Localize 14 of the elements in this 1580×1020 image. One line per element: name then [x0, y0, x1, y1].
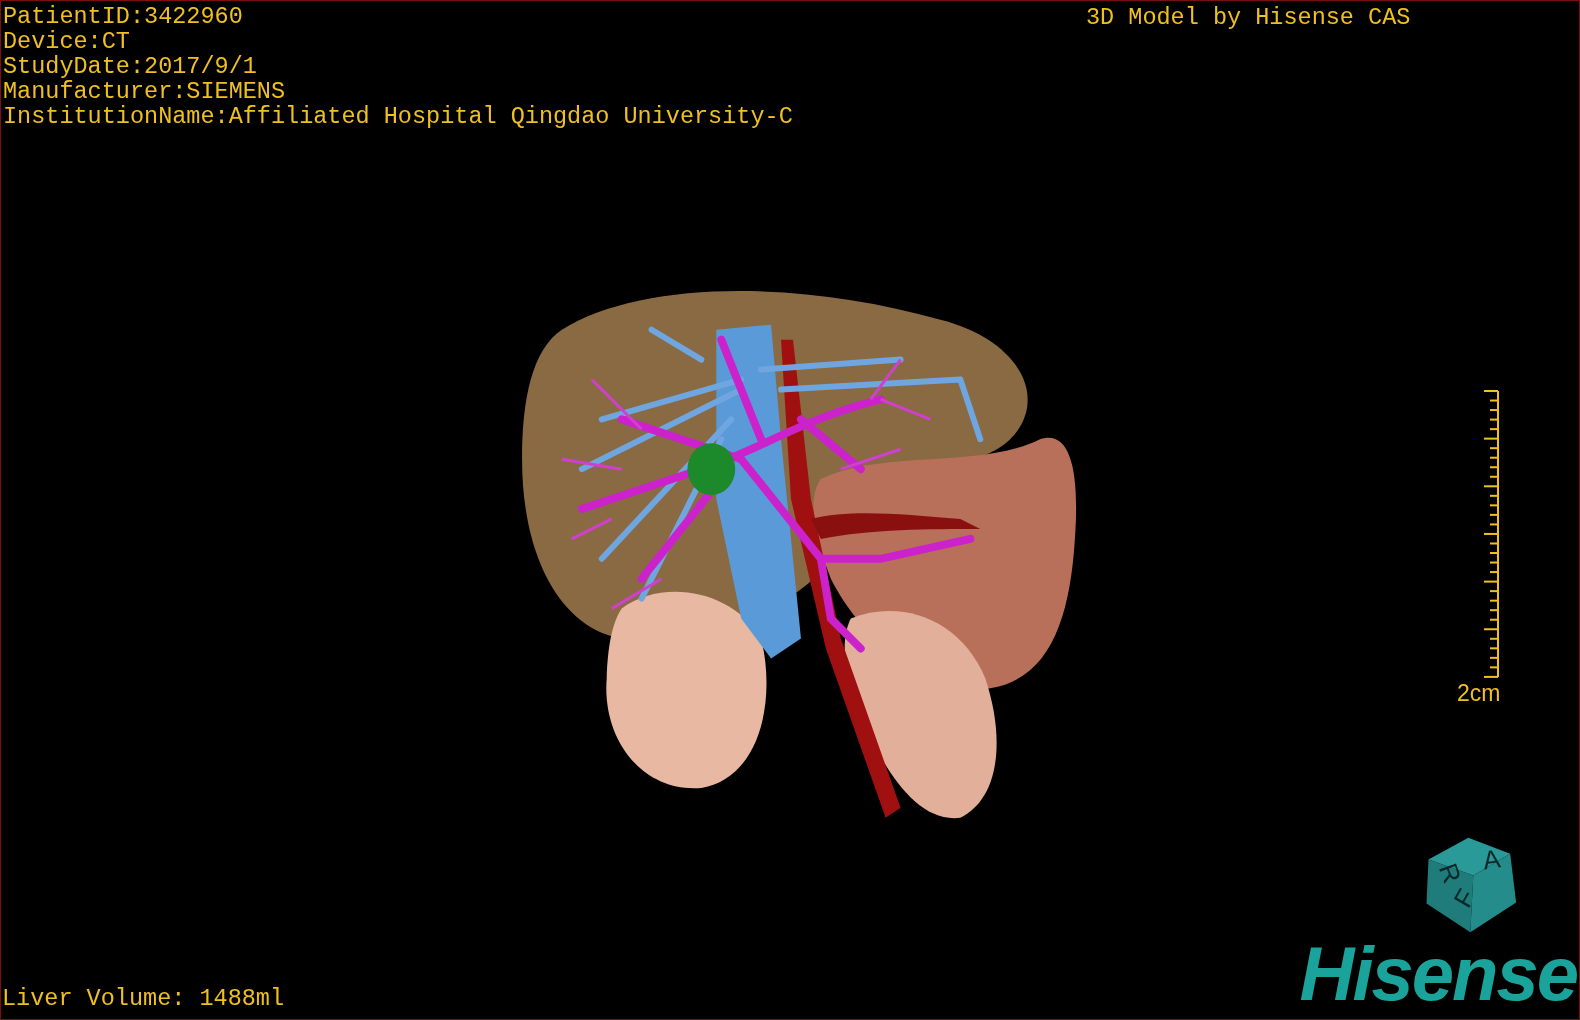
cube-face-letter: R — [1433, 859, 1467, 887]
orientation-cube[interactable]: A R F — [1426, 837, 1517, 933]
liver-volume: Liver Volume: 1488ml — [2, 986, 285, 1011]
patient-info-line: PatientID:3422960 — [3, 4, 243, 29]
cube-face-letter: A — [1481, 844, 1503, 875]
patient-info-line: InstitutionName:Affiliated Hospital Qingdao University-C — [3, 104, 793, 129]
cube-face-letter: F — [1448, 884, 1481, 912]
model-credit: 3D Model by Hisense CAS — [1086, 5, 1411, 30]
render-viewport[interactable]: PatientID:3422960 Device:CT StudyDate:2017/9/1 Manufacturer:SIEMENS InstitutionName:Affiliated Hospital Qingdao University-C 3D Model by Hisense CAS 2cm A R F Liver Volume: 1488ml Hisense — [0, 0, 1580, 1020]
patient-info-line: Manufacturer:SIEMENS — [3, 79, 286, 104]
brand-logo: Hisense — [1299, 936, 1577, 1012]
patient-info-line: StudyDate:2017/9/1 — [3, 54, 257, 79]
scale-label: 2cm — [1457, 681, 1501, 705]
patient-info-line: Device:CT — [3, 29, 130, 54]
